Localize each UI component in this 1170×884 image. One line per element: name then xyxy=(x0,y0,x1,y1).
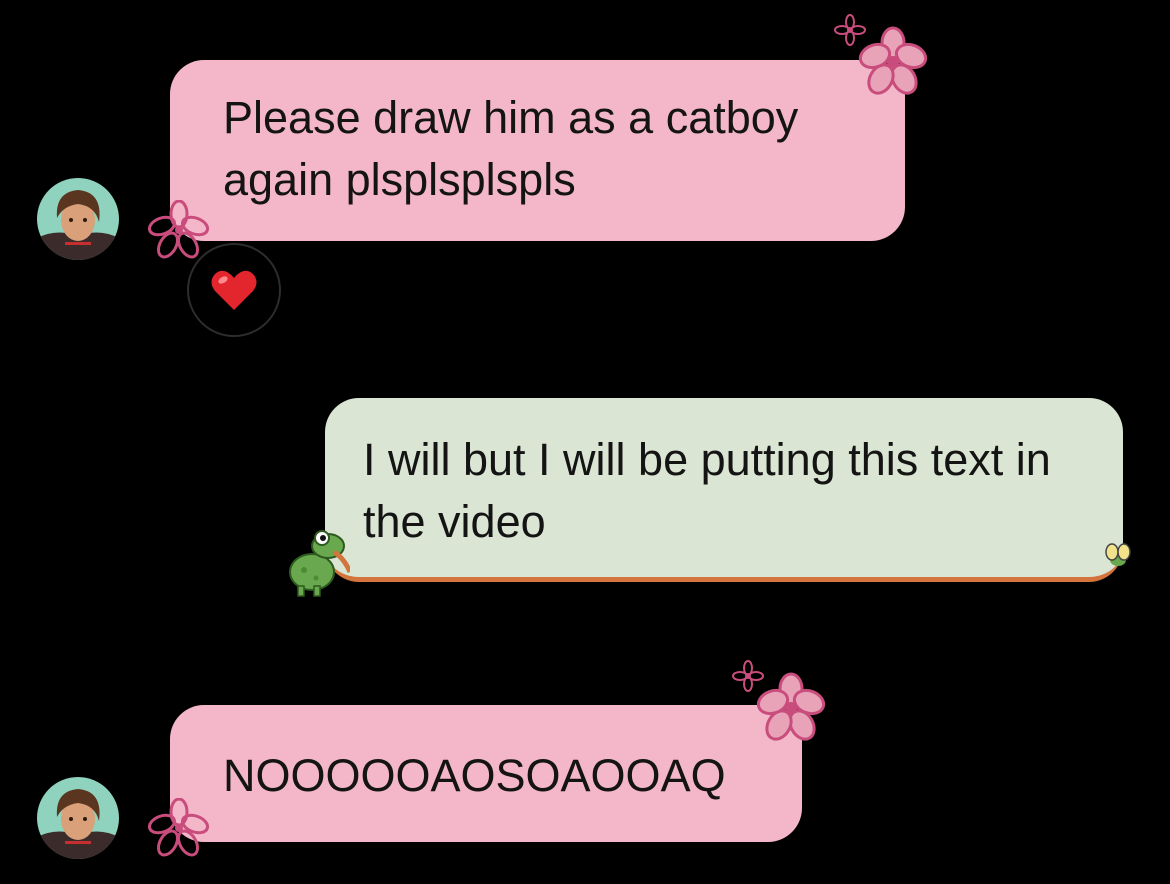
avatar[interactable] xyxy=(37,178,119,260)
incoming-message-bubble[interactable]: Please draw him as a catboy again plspls… xyxy=(170,60,905,241)
message-text: NOOOOOAOSOAOOAQ xyxy=(223,750,726,801)
reaction-badge[interactable] xyxy=(187,243,281,337)
heart-icon xyxy=(211,270,257,310)
outgoing-message-bubble[interactable]: I will but I will be putting this text i… xyxy=(325,398,1123,582)
flower-icon xyxy=(858,26,928,95)
avatar[interactable] xyxy=(37,777,119,859)
flower-icon xyxy=(148,798,210,857)
flower-icon xyxy=(756,672,826,741)
frog-icon xyxy=(289,530,350,597)
fly-icon xyxy=(1105,543,1131,566)
incoming-message-bubble[interactable]: NOOOOOAOSOAOOAQ xyxy=(170,705,802,842)
message-text: Please draw him as a catboy again plspls… xyxy=(223,92,799,205)
flower-icon xyxy=(148,200,210,259)
message-text: I will but I will be putting this text i… xyxy=(363,434,1051,547)
